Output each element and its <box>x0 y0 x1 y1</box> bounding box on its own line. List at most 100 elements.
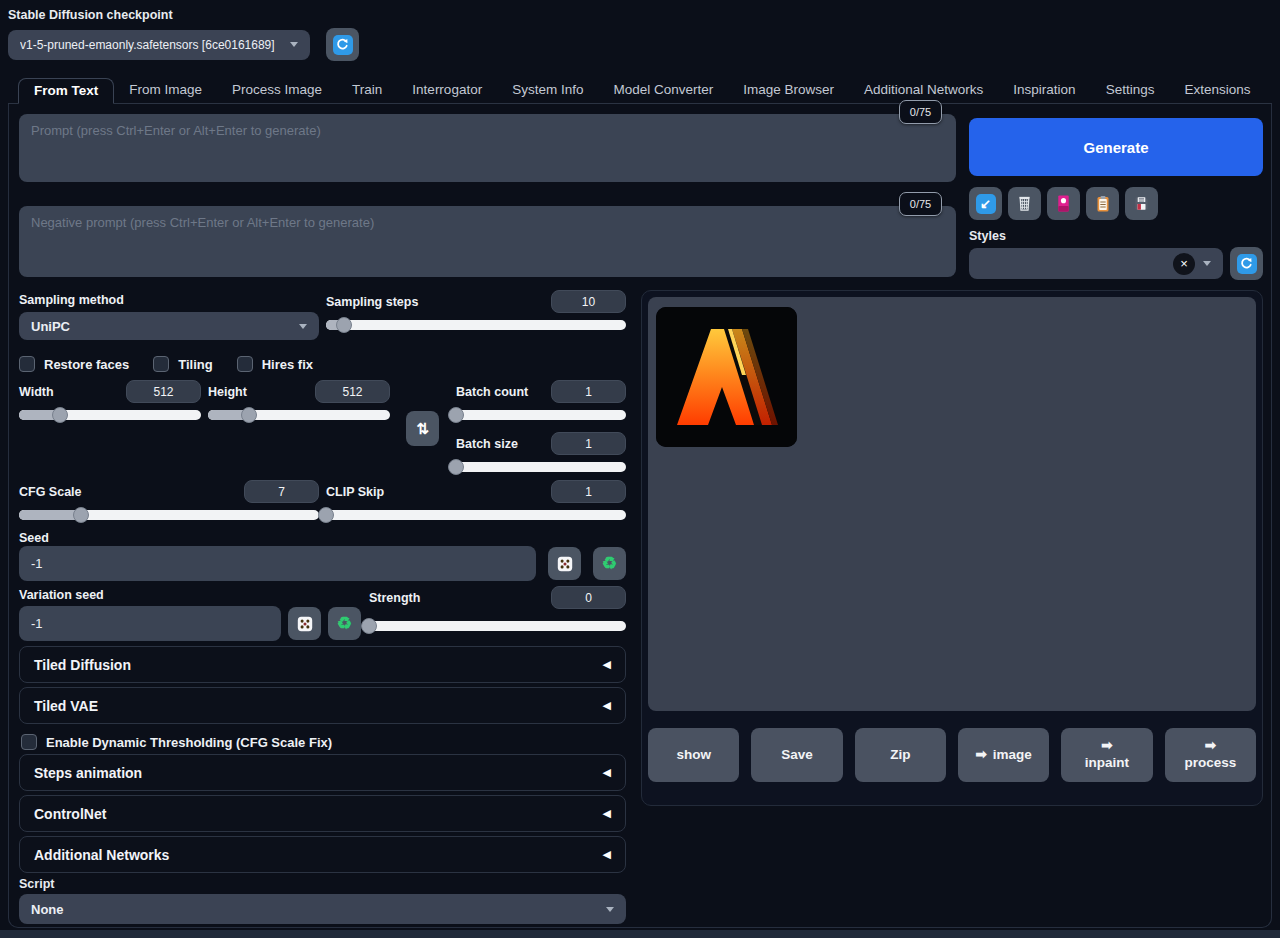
checkbox-icon <box>237 356 253 372</box>
batch-size-slider[interactable] <box>456 459 626 476</box>
tab-extensions[interactable]: Extensions <box>1169 78 1265 103</box>
script-select[interactable]: None <box>19 894 626 924</box>
reuse-variation-seed-button[interactable]: ♻ <box>328 607 361 640</box>
refresh-checkpoint-button[interactable] <box>326 28 359 61</box>
sampling-method-select[interactable]: UniPC <box>19 312 319 340</box>
collapse-arrow-icon: ◀ <box>603 848 611 861</box>
accordion-additional-networks[interactable]: Additional Networks ◀ <box>19 836 626 873</box>
cfg-scale-label: CFG Scale <box>19 485 82 499</box>
seed-label: Seed <box>19 531 49 545</box>
arrow-right-icon: ➡ <box>975 747 986 764</box>
save-style-button[interactable] <box>1125 187 1158 220</box>
flower-card-icon <box>1054 194 1073 213</box>
from-text-panel: 0/75 0/75 Generate ↙ <box>8 104 1272 928</box>
tab-process-image[interactable]: Process Image <box>217 78 337 103</box>
swap-width-height-button[interactable]: ⇅ <box>406 411 439 446</box>
collapse-arrow-icon: ◀ <box>603 766 611 779</box>
send-to-inpaint-button[interactable]: ➡inpaint <box>1061 728 1152 782</box>
collapse-arrow-icon: ◀ <box>603 699 611 712</box>
accordion-tiled-vae[interactable]: Tiled VAE ◀ <box>19 687 626 724</box>
checkbox-icon <box>21 734 37 750</box>
batch-count-input[interactable] <box>551 380 626 403</box>
accordion-tiled-diffusion[interactable]: Tiled Diffusion ◀ <box>19 646 626 683</box>
random-seed-button[interactable] <box>548 547 581 580</box>
gallery-panel <box>648 297 1256 711</box>
tab-from-text[interactable]: From Text <box>18 78 114 104</box>
script-label: Script <box>19 877 626 891</box>
refresh-styles-button[interactable] <box>1230 247 1263 280</box>
recycle-icon: ♻ <box>602 555 617 572</box>
tab-settings[interactable]: Settings <box>1091 78 1170 103</box>
negative-prompt-input[interactable] <box>19 206 956 277</box>
tab-system-info[interactable]: System Info <box>497 78 598 103</box>
tab-from-image[interactable]: From Image <box>114 78 217 103</box>
seed-input[interactable] <box>19 546 536 581</box>
prompt-input[interactable] <box>19 114 956 182</box>
variation-seed-input[interactable] <box>19 606 281 641</box>
clear-prompt-button[interactable] <box>1008 187 1041 220</box>
extra-networks-button[interactable] <box>1047 187 1080 220</box>
floppy-disk-icon <box>1132 194 1151 213</box>
paste-params-button[interactable]: ↙ <box>969 187 1002 220</box>
send-to-image-button[interactable]: ➡image <box>958 728 1049 782</box>
strength-input[interactable] <box>551 586 626 609</box>
chevron-down-icon <box>606 907 614 912</box>
send-to-process-button[interactable]: ➡process <box>1165 728 1256 782</box>
generate-button[interactable]: Generate <box>969 118 1263 176</box>
main-tabbar: From Text From Image Process Image Train… <box>8 78 1272 104</box>
dynamic-thresholding-checkbox[interactable]: Enable Dynamic Thresholding (CFG Scale F… <box>21 734 332 750</box>
clear-styles-icon[interactable]: × <box>1173 253 1195 275</box>
checkpoint-select[interactable]: v1-5-pruned-emaonly.safetensors [6ce0161… <box>8 30 310 60</box>
tab-model-converter[interactable]: Model Converter <box>598 78 728 103</box>
sampling-steps-input[interactable] <box>551 290 626 313</box>
clip-skip-input[interactable] <box>551 480 626 503</box>
width-slider[interactable] <box>19 407 201 424</box>
generated-image-thumbnail[interactable] <box>656 307 797 447</box>
restore-faces-checkbox[interactable]: Restore faces <box>19 356 129 372</box>
horizontal-scrollbar[interactable] <box>0 930 1280 938</box>
dice-icon <box>296 615 314 633</box>
checkbox-icon <box>153 356 169 372</box>
tab-train[interactable]: Train <box>337 78 397 103</box>
checkbox-icon <box>19 356 35 372</box>
batch-size-input[interactable] <box>551 432 626 455</box>
refresh-icon <box>1237 254 1257 274</box>
checkpoint-value: v1-5-pruned-emaonly.safetensors [6ce0161… <box>20 38 275 52</box>
height-input[interactable] <box>315 380 390 403</box>
chevron-down-icon <box>299 324 307 329</box>
accordion-controlnet[interactable]: ControlNet ◀ <box>19 795 626 832</box>
script-value: None <box>31 902 64 917</box>
tab-image-browser[interactable]: Image Browser <box>728 78 849 103</box>
height-label: Height <box>208 385 247 399</box>
accordion-steps-animation[interactable]: Steps animation ◀ <box>19 754 626 791</box>
refresh-icon <box>333 35 353 55</box>
cfg-scale-input[interactable] <box>244 480 319 503</box>
sampling-method-label: Sampling method <box>19 293 124 307</box>
cfg-scale-slider[interactable] <box>19 507 319 524</box>
chevron-down-icon <box>290 42 298 47</box>
random-variation-seed-button[interactable] <box>288 607 321 640</box>
tab-inspiration[interactable]: Inspiration <box>998 78 1090 103</box>
checkpoint-label: Stable Diffusion checkpoint <box>8 8 1272 22</box>
tab-interrogator[interactable]: Interrogator <box>397 78 497 103</box>
hires-fix-checkbox[interactable]: Hires fix <box>237 356 313 372</box>
sampling-steps-label: Sampling steps <box>326 295 418 309</box>
show-button[interactable]: show <box>648 728 739 782</box>
batch-count-slider[interactable] <box>456 407 626 424</box>
trash-icon <box>1015 194 1034 213</box>
strength-slider[interactable] <box>369 618 626 635</box>
save-button[interactable]: Save <box>751 728 842 782</box>
width-input[interactable] <box>126 380 201 403</box>
clip-skip-label: CLIP Skip <box>326 485 384 499</box>
chevron-down-icon <box>1203 261 1211 266</box>
arrow-down-left-icon: ↙ <box>976 194 996 214</box>
tiling-checkbox[interactable]: Tiling <box>153 356 212 372</box>
sampling-steps-slider[interactable] <box>326 317 626 334</box>
apply-styles-button[interactable] <box>1086 187 1119 220</box>
zip-button[interactable]: Zip <box>855 728 946 782</box>
clip-skip-slider[interactable] <box>326 507 626 524</box>
arrow-right-icon: ➡ <box>1205 738 1216 755</box>
styles-select[interactable]: × <box>969 248 1223 279</box>
reuse-seed-button[interactable]: ♻ <box>593 547 626 580</box>
height-slider[interactable] <box>208 407 390 424</box>
